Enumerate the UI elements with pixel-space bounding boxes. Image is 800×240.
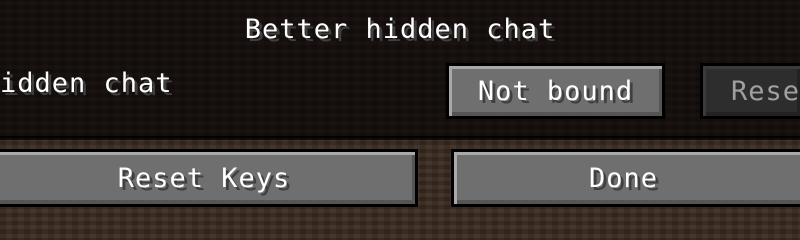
keybind-binding-button[interactable]: Not bound [446,63,665,119]
category-title: Better hidden chat [244,14,556,45]
keybind-reset-button[interactable]: Rese [700,63,800,119]
keybind-list: Better hidden chat idden chat Not bound … [0,0,800,140]
keybind-label: idden chat [0,68,173,99]
done-button[interactable]: Done [451,149,800,207]
reset-keys-button[interactable]: Reset Keys [0,149,418,207]
